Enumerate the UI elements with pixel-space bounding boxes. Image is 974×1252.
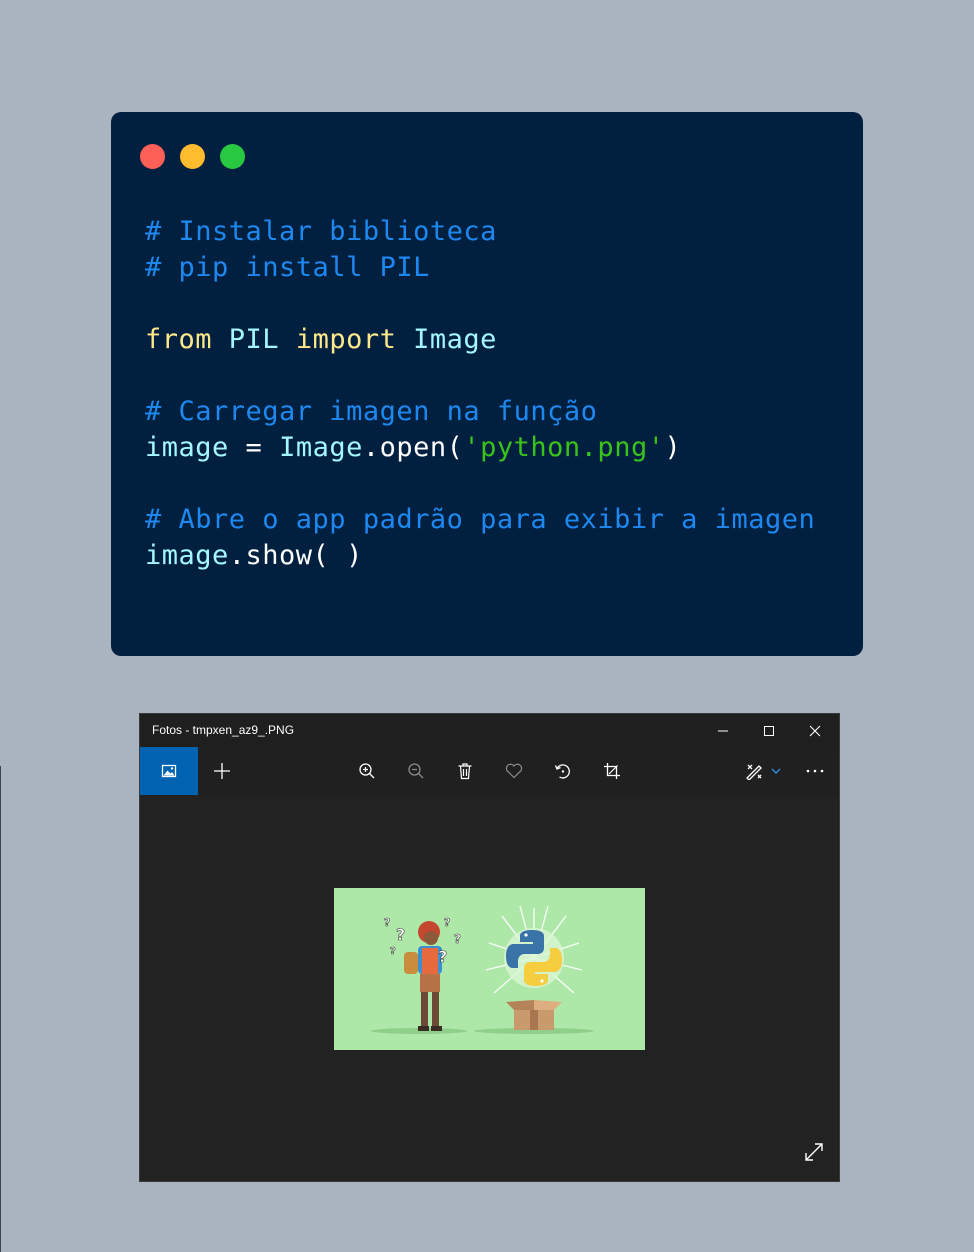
code-line: image.show( ): [145, 538, 815, 574]
fullscreen-button[interactable]: [800, 1138, 828, 1166]
code-token-string: 'python.png': [463, 432, 665, 463]
minimize-button[interactable]: [700, 714, 746, 747]
code-token-keyword: import: [295, 324, 397, 355]
toolbar: [140, 747, 839, 795]
code-token-comment: # pip install PIL: [145, 252, 430, 283]
maximize-icon: [764, 725, 774, 736]
gallery-button[interactable]: [140, 747, 198, 795]
edit-draw-button[interactable]: [738, 747, 788, 795]
python-illustration: ? ? ? ? ? ?: [334, 888, 645, 1050]
window-title: Fotos - tmpxen_az9_.PNG: [152, 723, 295, 737]
code-token-ident: PIL: [228, 324, 280, 355]
code-token-comment: # Instalar biblioteca: [145, 216, 497, 247]
zoom-out-icon: [408, 763, 424, 779]
code-block: # Instalar biblioteca # pip install PIL fr…: [145, 214, 815, 574]
code-window: # Instalar biblioteca # pip install PIL fr…: [111, 112, 863, 656]
code-line: # Instalar biblioteca: [145, 214, 815, 250]
code-line: # Carregar imagen na função: [145, 394, 815, 430]
code-token-ident: Image: [279, 432, 363, 463]
svg-text:?: ?: [384, 916, 390, 929]
more-icon: [806, 769, 824, 773]
crop-icon: [604, 763, 620, 779]
code-token-comment: # Abre o app padrão para exibir a imagen: [145, 504, 816, 535]
code-token-plain: ): [664, 432, 682, 463]
close-icon: [809, 725, 821, 736]
svg-text:?: ?: [454, 932, 461, 946]
maximize-button[interactable]: [746, 714, 792, 747]
more-button[interactable]: [795, 747, 835, 795]
maximize-dot-icon: [220, 144, 245, 169]
gallery-icon: [161, 764, 177, 778]
svg-text:?: ?: [444, 916, 450, 929]
left-edge-line: [0, 766, 1, 1252]
rotate-icon: [554, 764, 570, 779]
code-line: # pip install PIL: [145, 250, 815, 286]
edit-draw-icon: [746, 764, 762, 780]
code-token-ident: Image: [413, 324, 497, 355]
minimize-icon: [718, 730, 728, 731]
svg-text:?: ?: [390, 946, 396, 957]
photos-app-window: Fotos - tmpxen_az9_.PNG ? ? ? ? ? ?: [140, 714, 839, 1181]
favorite-button[interactable]: [494, 747, 534, 795]
code-line: # Abre o app padrão para exibir a imagen: [145, 502, 815, 538]
image-preview: ? ? ? ? ? ?: [334, 888, 645, 1050]
delete-icon: [458, 763, 472, 780]
rotate-button[interactable]: [543, 747, 583, 795]
zoom-in-button[interactable]: [347, 747, 387, 795]
svg-text:?: ?: [396, 925, 405, 944]
minimize-dot-icon: [180, 144, 205, 169]
close-dot-icon: [140, 144, 165, 169]
delete-button[interactable]: [445, 747, 485, 795]
code-token-ident: image: [145, 540, 229, 571]
add-icon: [214, 763, 230, 779]
close-button[interactable]: [792, 714, 838, 747]
add-button[interactable]: [202, 747, 242, 795]
code-token-ident: image: [145, 432, 229, 463]
code-token-plain: .open(: [362, 432, 464, 463]
title-bar: Fotos - tmpxen_az9_.PNG: [140, 714, 839, 747]
code-line: image = Image.open('python.png'): [145, 430, 815, 466]
expand-icon: [805, 1143, 823, 1161]
code-token-plain: .show( ): [228, 540, 363, 571]
zoom-in-icon: [359, 763, 375, 779]
code-token-keyword: from: [145, 324, 213, 355]
crop-button[interactable]: [592, 747, 632, 795]
code-line: from PIL import Image: [145, 322, 815, 358]
zoom-out-button[interactable]: [396, 747, 436, 795]
chevron-down-icon: [771, 768, 781, 774]
favorite-icon: [505, 763, 523, 779]
code-token-plain: =: [228, 432, 280, 463]
code-token-comment: # Carregar imagen na função: [145, 396, 598, 427]
svg-text:?: ?: [438, 947, 447, 966]
